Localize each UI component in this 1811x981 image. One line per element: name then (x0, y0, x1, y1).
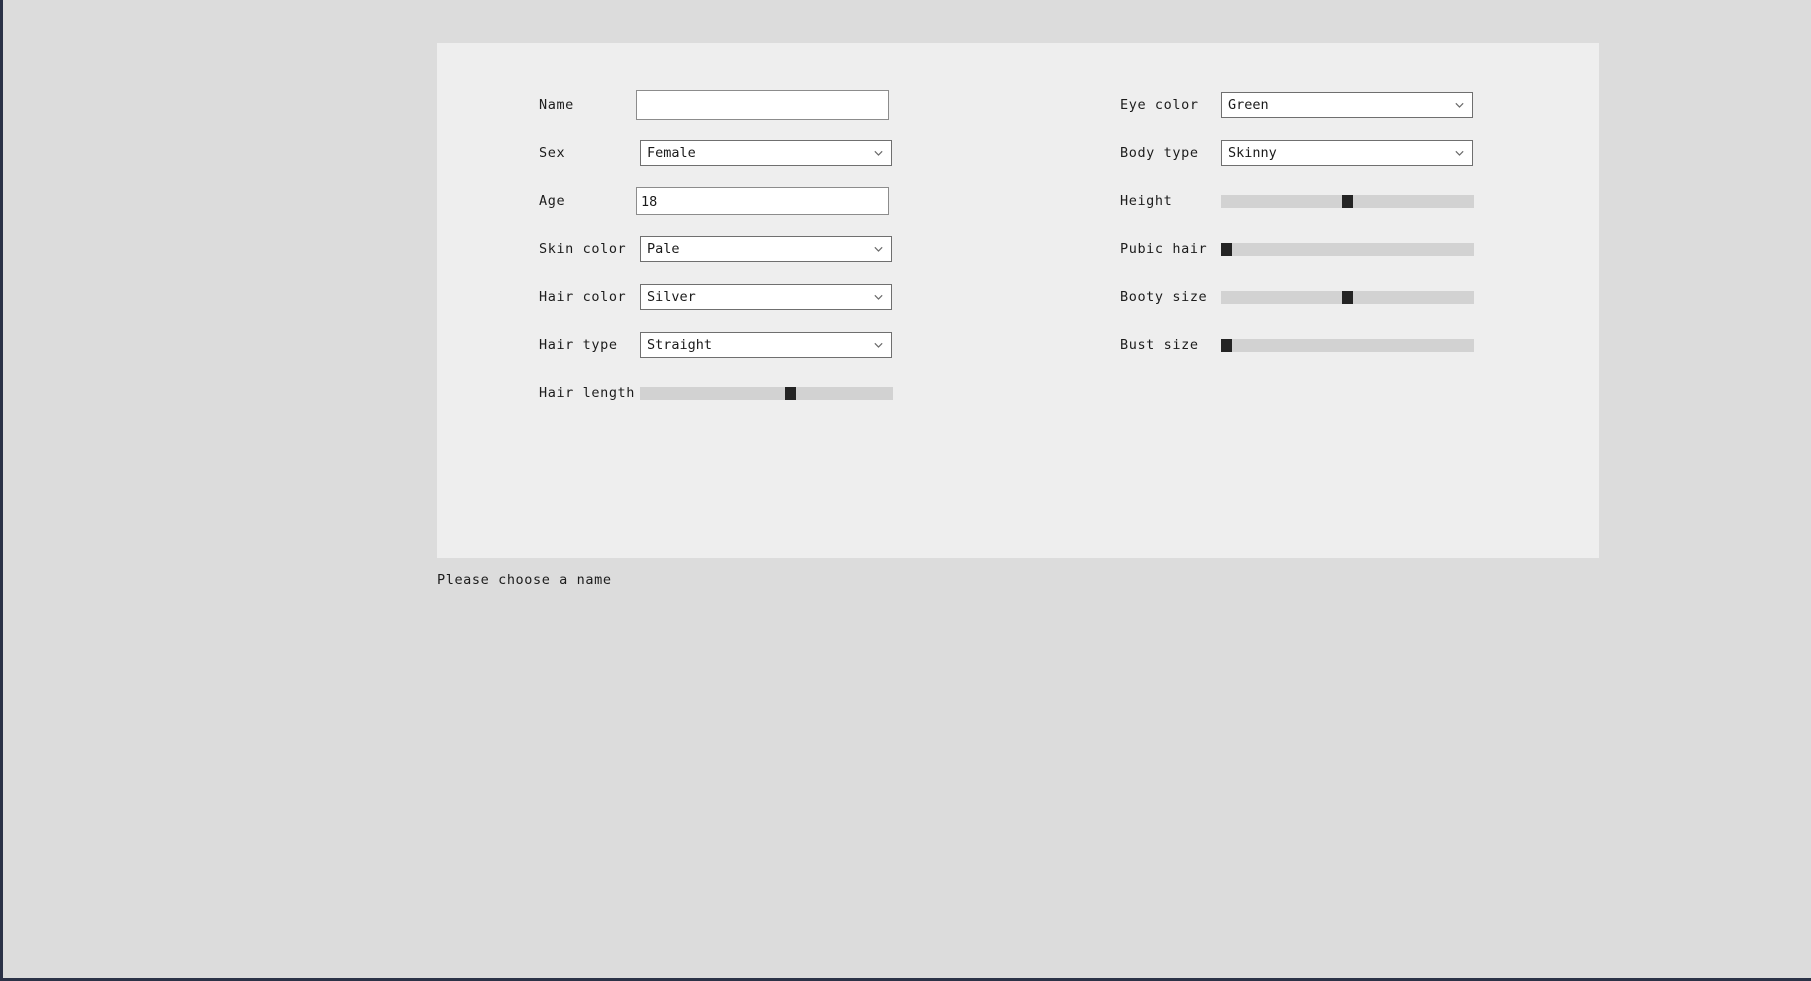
slider-thumb[interactable] (1221, 339, 1232, 352)
hair-type-select[interactable]: StraightWavyCurly (640, 332, 892, 358)
field-hair-type: StraightWavyCurly (607, 332, 1018, 358)
eye-color-select[interactable]: GreenBlueBrownHazelGrey (1221, 92, 1473, 118)
field-pubic-hair (1188, 243, 1599, 256)
left-column: Name Sex FemaleMale (437, 43, 1018, 417)
label-hair-length: Hair length (437, 385, 607, 401)
label-pubic-hair: Pubic hair (1018, 241, 1188, 257)
field-row-booty-size: Booty size (1018, 273, 1599, 321)
app-root: Name Sex FemaleMale (3, 0, 1811, 978)
label-eye-color: Eye color (1018, 97, 1188, 113)
status-message: Please choose a name (437, 572, 612, 588)
label-age: Age (437, 193, 607, 209)
field-row-hair-length: Hair length (437, 369, 1018, 417)
label-skin-color: Skin color (437, 241, 607, 257)
label-height: Height (1018, 193, 1188, 209)
hair-length-slider[interactable] (640, 387, 893, 400)
eye-color-select-wrap: GreenBlueBrownHazelGrey (1221, 92, 1473, 118)
booty-size-slider[interactable] (1221, 291, 1474, 304)
skin-color-select[interactable]: PaleFairTanOliveBrownDark (640, 236, 892, 262)
body-type-select-wrap: SkinnyAthleticAverageCurvyChubby (1221, 140, 1473, 166)
sex-select-wrap: FemaleMale (640, 140, 892, 166)
label-hair-type: Hair type (437, 337, 607, 353)
label-booty-size: Booty size (1018, 289, 1188, 305)
hair-color-select-wrap: SilverBlondeBrownBlackRedWhite (640, 284, 892, 310)
field-row-pubic-hair: Pubic hair (1018, 225, 1599, 273)
field-row-eye-color: Eye color GreenBlueBrownHazelGrey (1018, 81, 1599, 129)
label-body-type: Body type (1018, 145, 1188, 161)
field-hair-color: SilverBlondeBrownBlackRedWhite (607, 284, 1018, 310)
field-row-sex: Sex FemaleMale (437, 129, 1018, 177)
label-bust-size: Bust size (1018, 337, 1188, 353)
age-input[interactable] (636, 187, 889, 215)
field-row-name: Name (437, 81, 1018, 129)
field-row-height: Height (1018, 177, 1599, 225)
slider-thumb[interactable] (1342, 291, 1353, 304)
field-sex: FemaleMale (607, 140, 1018, 166)
field-row-body-type: Body type SkinnyAthleticAverageCurvyChub… (1018, 129, 1599, 177)
height-slider[interactable] (1221, 195, 1474, 208)
field-row-age: Age (437, 177, 1018, 225)
body-type-select[interactable]: SkinnyAthleticAverageCurvyChubby (1221, 140, 1473, 166)
pubic-hair-slider[interactable] (1221, 243, 1474, 256)
field-hair-length (607, 387, 1018, 400)
bust-size-slider[interactable] (1221, 339, 1474, 352)
field-bust-size (1188, 339, 1599, 352)
field-body-type: SkinnyAthleticAverageCurvyChubby (1188, 140, 1599, 166)
field-name (607, 90, 1018, 120)
slider-thumb[interactable] (1221, 243, 1232, 256)
field-eye-color: GreenBlueBrownHazelGrey (1188, 92, 1599, 118)
label-sex: Sex (437, 145, 607, 161)
label-hair-color: Hair color (437, 289, 607, 305)
hair-type-select-wrap: StraightWavyCurly (640, 332, 892, 358)
label-name: Name (437, 97, 607, 113)
field-skin-color: PaleFairTanOliveBrownDark (607, 236, 1018, 262)
character-creator-panel: Name Sex FemaleMale (437, 43, 1599, 558)
name-input[interactable] (636, 90, 889, 120)
field-row-bust-size: Bust size (1018, 321, 1599, 369)
skin-color-select-wrap: PaleFairTanOliveBrownDark (640, 236, 892, 262)
right-column: Eye color GreenBlueBrownHazelGrey Body t… (1018, 43, 1599, 417)
field-row-hair-color: Hair color SilverBlondeBrownBlackRedWhit… (437, 273, 1018, 321)
form-columns: Name Sex FemaleMale (437, 43, 1599, 417)
field-height (1188, 195, 1599, 208)
field-row-skin-color: Skin color PaleFairTanOliveBrownDark (437, 225, 1018, 273)
slider-thumb[interactable] (1342, 195, 1353, 208)
slider-thumb[interactable] (785, 387, 796, 400)
sex-select[interactable]: FemaleMale (640, 140, 892, 166)
hair-color-select[interactable]: SilverBlondeBrownBlackRedWhite (640, 284, 892, 310)
field-booty-size (1188, 291, 1599, 304)
field-age (607, 187, 1018, 215)
field-row-hair-type: Hair type StraightWavyCurly (437, 321, 1018, 369)
